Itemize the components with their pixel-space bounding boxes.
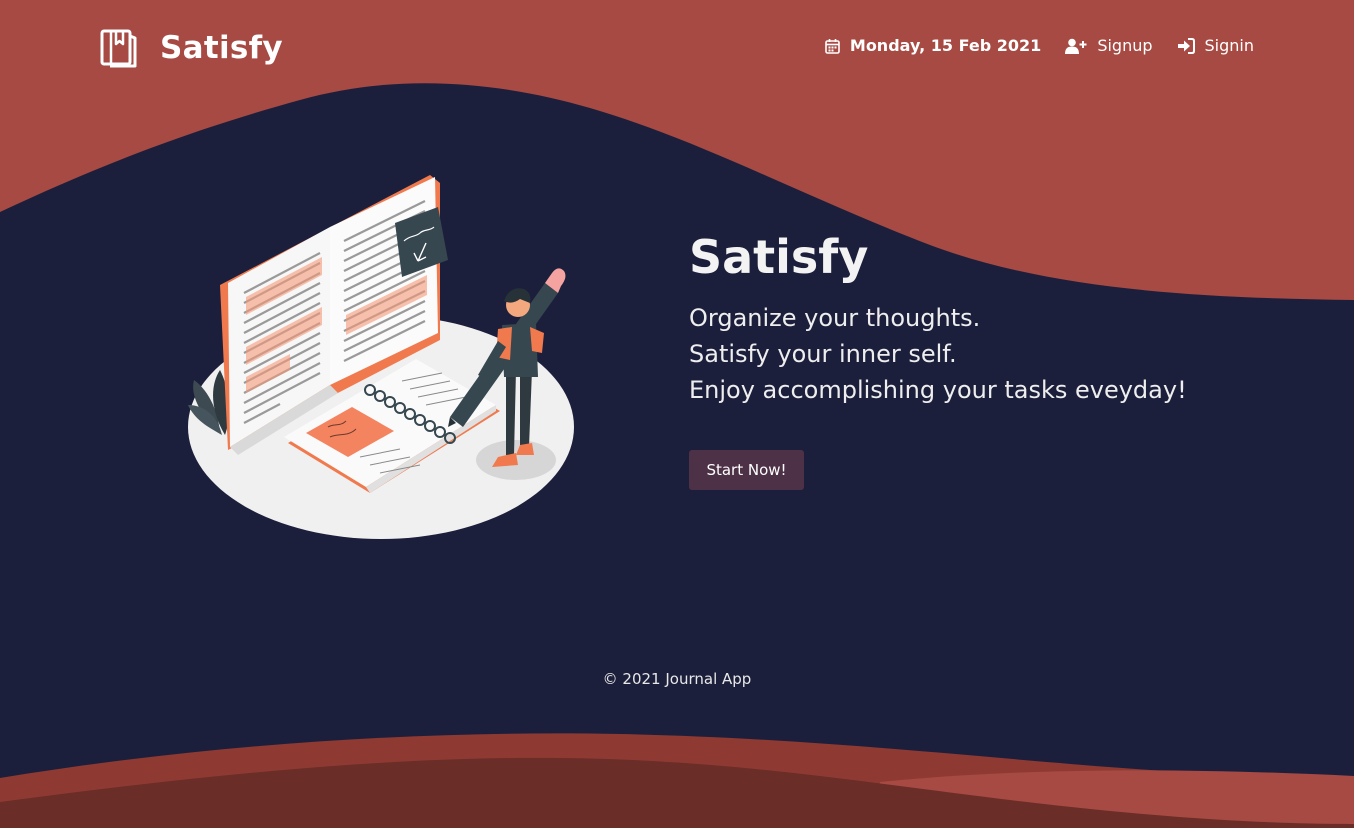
signin-label: Signin [1204, 36, 1254, 55]
hero-tagline-3: Enjoy accomplishing your tasks eveyday! [689, 376, 1187, 404]
hero-text: Satisfy Organize your thoughts. Satisfy … [689, 228, 1187, 408]
journal-illustration [188, 175, 574, 539]
signup-link[interactable]: Signup [1065, 36, 1153, 55]
user-plus-icon [1065, 38, 1087, 54]
hero-tagline-1: Organize your thoughts. [689, 304, 981, 332]
signin-link[interactable]: Signin [1177, 36, 1254, 55]
footer-wave [0, 733, 1354, 828]
book-icon [100, 29, 137, 68]
landing-page: Satisfy Monday, 15 Feb 2021 Signup Signi… [0, 0, 1354, 828]
signup-label: Signup [1097, 36, 1153, 55]
hero-tagline-2: Satisfy your inner self. [689, 340, 957, 368]
top-nav: Monday, 15 Feb 2021 Signup Signin [825, 36, 1254, 55]
calendar-icon [825, 38, 840, 54]
date-label: Monday, 15 Feb 2021 [849, 36, 1042, 55]
sign-in-icon [1177, 37, 1195, 54]
start-now-button[interactable]: Start Now! [689, 450, 804, 490]
current-date: Monday, 15 Feb 2021 [825, 36, 1041, 55]
brand[interactable]: Satisfy [100, 28, 283, 68]
footer-copyright: © 2021 Journal App [602, 670, 752, 688]
brand-name: Satisfy [160, 30, 283, 66]
hero-title: Satisfy [689, 230, 869, 284]
